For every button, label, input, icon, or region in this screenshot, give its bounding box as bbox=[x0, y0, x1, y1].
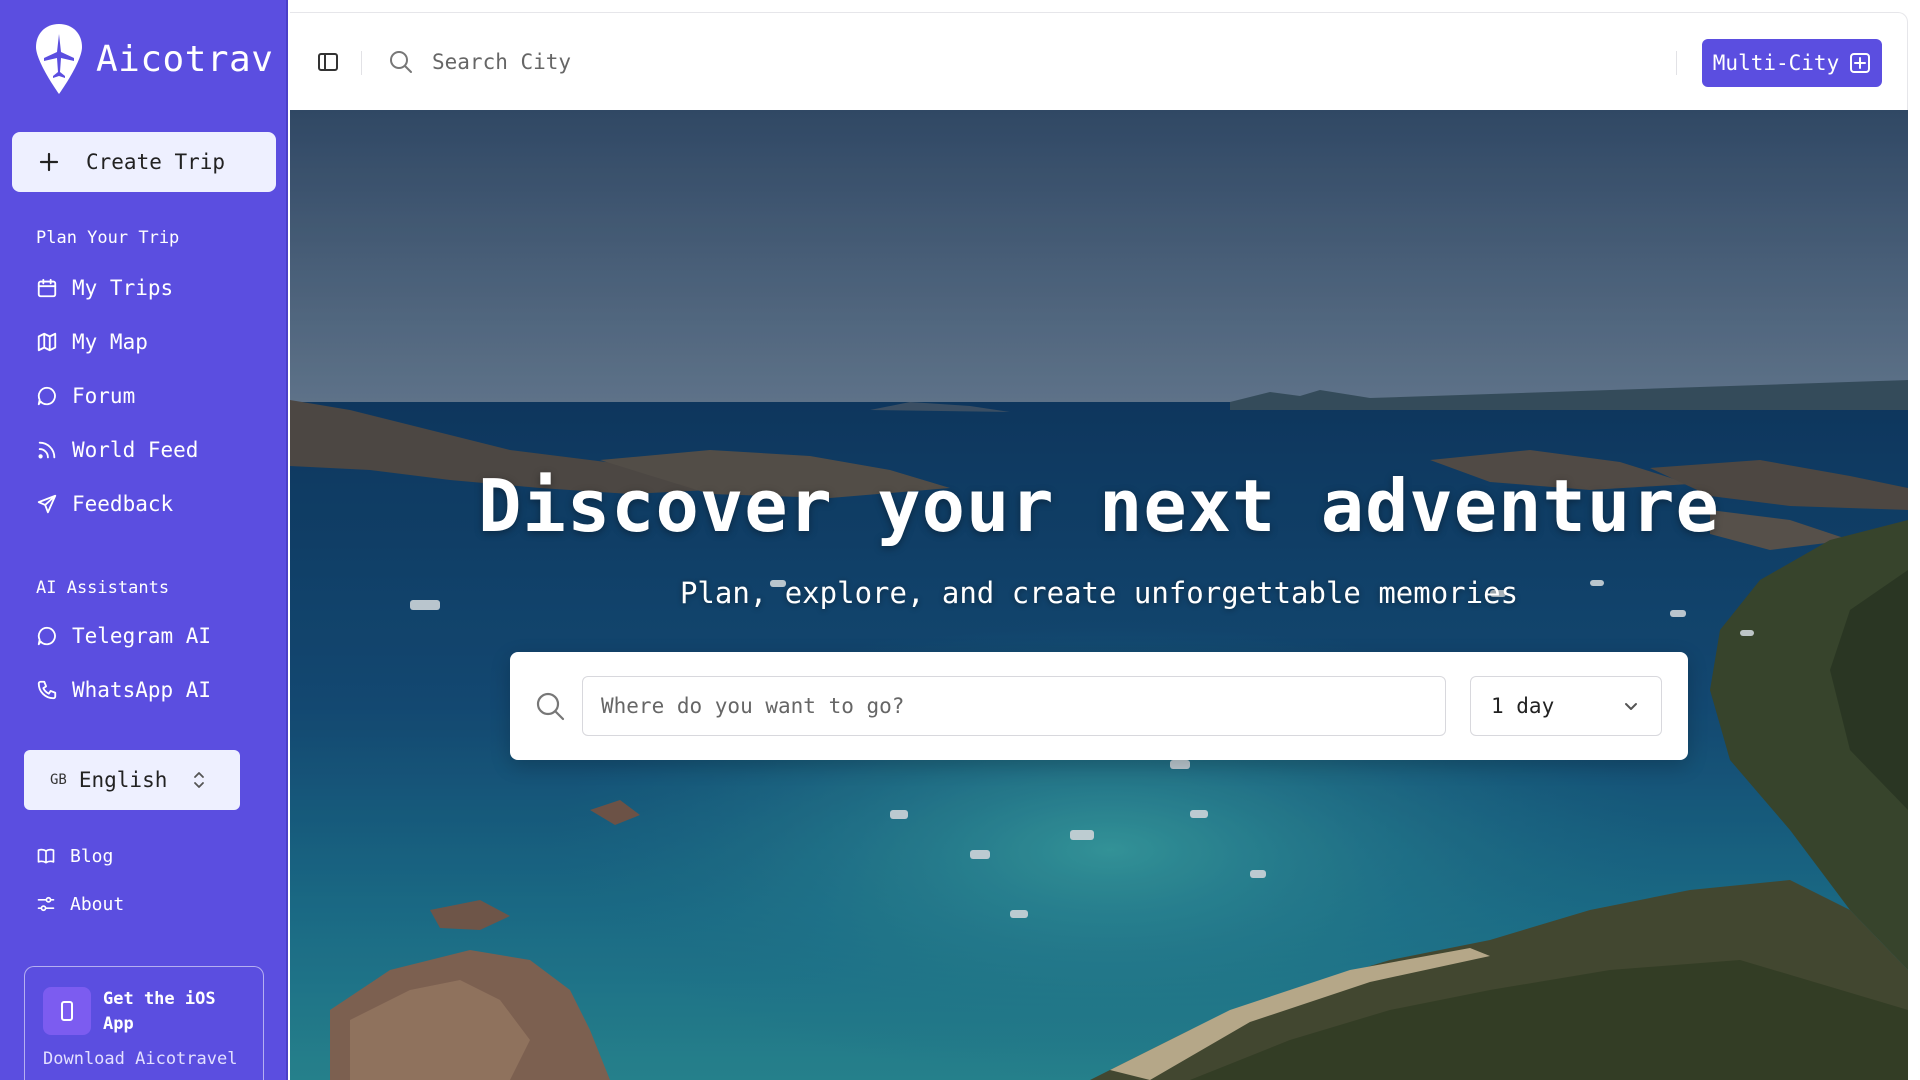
sidebar-item-feedback[interactable]: Feedback bbox=[36, 488, 173, 520]
search-icon bbox=[536, 692, 565, 721]
rss-icon bbox=[38, 441, 56, 459]
hero-title: Discover your next adventure bbox=[478, 464, 1720, 548]
sidebar-toggle-icon[interactable] bbox=[316, 50, 340, 74]
sidebar-item-label: Feedback bbox=[72, 492, 174, 516]
create-trip-button[interactable]: Create Trip bbox=[12, 132, 276, 192]
ios-app-card[interactable]: Get the iOS App Download Aicotravel bbox=[24, 966, 264, 1080]
sidebar-item-label: WhatsApp AI bbox=[72, 678, 212, 702]
sidebar-item-label: Telegram AI bbox=[72, 624, 212, 648]
duration-select[interactable]: 1 day bbox=[1470, 676, 1662, 736]
calendar-icon bbox=[37, 278, 57, 298]
trip-search-card: 1 day bbox=[510, 652, 1688, 760]
send-icon bbox=[37, 494, 57, 514]
sidebar-item-label: Blog bbox=[70, 845, 114, 867]
sidebar-item-my-trips[interactable]: My Trips bbox=[36, 272, 173, 304]
sidebar-item-about[interactable]: About bbox=[36, 888, 124, 920]
sidebar-item-label: World Feed bbox=[72, 438, 199, 462]
search-icon bbox=[390, 51, 412, 73]
divider bbox=[1676, 51, 1677, 75]
chevron-up-down-icon bbox=[194, 772, 205, 788]
divider bbox=[361, 51, 362, 75]
sidebar: Aicotrav Create Trip Plan Your Trip My T… bbox=[0, 0, 288, 1080]
sidebar-item-label: My Map bbox=[72, 330, 148, 354]
sidebar-item-whatsapp-ai[interactable]: WhatsApp AI bbox=[36, 674, 211, 706]
plus-icon bbox=[39, 152, 59, 172]
ios-card-title: Get the iOS App bbox=[103, 989, 216, 1034]
sidebar-item-blog[interactable]: Blog bbox=[36, 840, 113, 872]
sidebar-item-my-map[interactable]: My Map bbox=[36, 326, 148, 358]
hero-section: Discover your next adventure Plan, explo… bbox=[290, 110, 1908, 1080]
phone-device-icon bbox=[43, 987, 91, 1035]
hero-subtitle: Plan, explore, and create unforgettable … bbox=[679, 576, 1519, 610]
sidebar-item-label: Forum bbox=[72, 384, 136, 408]
destination-input[interactable] bbox=[582, 676, 1446, 736]
ios-card-subtitle: Download Aicotravel bbox=[43, 1049, 238, 1069]
language-selected: English bbox=[78, 768, 168, 792]
sliders-icon bbox=[37, 896, 55, 912]
sidebar-item-label: My Trips bbox=[72, 276, 174, 300]
chat-bubble-icon bbox=[37, 386, 56, 406]
chevron-down-icon bbox=[1625, 703, 1637, 710]
chat-bubble-icon bbox=[37, 626, 56, 646]
airplane-pin-icon bbox=[36, 24, 82, 94]
plan-section-label: Plan Your Trip bbox=[36, 228, 180, 248]
brand[interactable]: Aicotrav bbox=[34, 22, 273, 96]
brand-name: Aicotrav bbox=[96, 38, 274, 80]
sidebar-item-telegram-ai[interactable]: Telegram AI bbox=[36, 620, 211, 652]
create-trip-label: Create Trip bbox=[86, 150, 226, 174]
duration-selected: 1 day bbox=[1491, 694, 1555, 718]
sidebar-item-world-feed[interactable]: World Feed bbox=[36, 434, 198, 466]
city-search-input[interactable] bbox=[432, 43, 1032, 81]
multi-city-label: Multi-City bbox=[1712, 51, 1840, 75]
book-icon bbox=[37, 848, 55, 864]
multi-city-button[interactable]: Multi-City bbox=[1702, 39, 1882, 87]
ai-section-label: AI Assistants bbox=[36, 578, 170, 598]
flag-code: GB bbox=[50, 772, 67, 788]
plus-square-icon bbox=[1850, 53, 1871, 73]
top-bar: Multi-City bbox=[290, 12, 1908, 110]
phone-icon bbox=[37, 680, 57, 700]
language-select[interactable]: GB English bbox=[24, 750, 240, 810]
sidebar-item-forum[interactable]: Forum bbox=[36, 380, 135, 412]
map-icon bbox=[37, 332, 57, 352]
sidebar-item-label: About bbox=[70, 893, 125, 915]
